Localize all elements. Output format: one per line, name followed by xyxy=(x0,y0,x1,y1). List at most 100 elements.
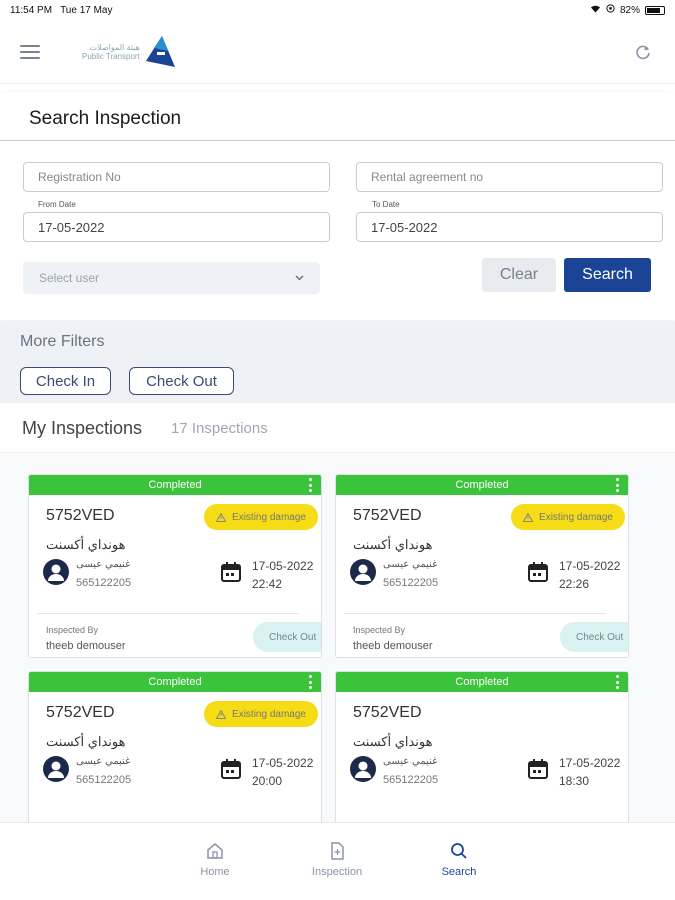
nav-home-label: Home xyxy=(200,866,230,878)
logo: هيئة المواصلات Public Transport xyxy=(82,35,176,69)
customer-phone: 565122205 xyxy=(76,774,132,786)
registration-input[interactable]: Registration No xyxy=(23,162,330,192)
customer-name: غنيمي عيسى xyxy=(76,559,131,570)
car-model: هونداي أكسنت xyxy=(46,537,126,552)
customer-name: غنيمي عيسى xyxy=(383,756,438,767)
nav-home[interactable]: Home xyxy=(175,841,255,878)
damage-badge: Existing damage xyxy=(204,701,318,727)
nav-search[interactable]: Search xyxy=(419,841,499,878)
app-bar: هيئة المواصلات Public Transport xyxy=(0,20,675,84)
rental-agreement-input[interactable]: Rental agreement no xyxy=(356,162,663,192)
inspections-title: My Inspections xyxy=(22,418,143,438)
status-banner: Completed xyxy=(336,672,628,692)
to-date-label: To Date xyxy=(372,200,400,209)
logo-text: هيئة المواصلات Public Transport xyxy=(82,42,140,61)
customer-avatar-icon xyxy=(43,559,69,585)
calendar-icon xyxy=(221,759,241,779)
inspection-card[interactable]: Completed 5752VED هونداي أكسنت غنيمي عيس… xyxy=(335,671,629,822)
check-out-button[interactable]: Check Out xyxy=(253,622,321,652)
status-banner: Completed xyxy=(29,672,321,692)
inspected-by-label: Inspected By xyxy=(46,625,99,635)
registration-number: 5752VED xyxy=(353,704,422,721)
more-options-icon[interactable] xyxy=(309,478,313,492)
to-date-field[interactable]: 17-05-2022 xyxy=(356,212,663,242)
search-panel: Search Inspection Registration No Rental… xyxy=(0,92,675,320)
car-model: هونداي أكسنت xyxy=(353,734,433,749)
customer-phone: 565122205 xyxy=(76,577,132,589)
from-date-label: From Date xyxy=(38,200,76,209)
logo-triangle-icon xyxy=(145,35,175,67)
calendar-icon xyxy=(528,562,548,582)
inspection-date: 17-05-2022 xyxy=(559,756,621,770)
nav-inspection-label: Inspection xyxy=(311,866,363,878)
calendar-icon xyxy=(221,562,241,582)
inspection-card[interactable]: Completed 5752VED Existing damage هونداي… xyxy=(335,474,629,658)
menu-icon[interactable] xyxy=(20,44,40,59)
from-date-field[interactable]: 17-05-2022 xyxy=(23,212,330,242)
clear-button[interactable]: Clear xyxy=(482,258,556,292)
damage-badge: Existing damage xyxy=(511,504,625,530)
select-user-dropdown[interactable]: Select user xyxy=(23,262,320,294)
customer-phone: 565122205 xyxy=(383,774,439,786)
customer-phone: 565122205 xyxy=(383,577,439,589)
nav-search-label: Search xyxy=(441,866,477,878)
status-banner: Completed xyxy=(29,475,321,495)
refresh-icon[interactable] xyxy=(631,40,655,64)
calendar-icon xyxy=(528,759,548,779)
more-options-icon[interactable] xyxy=(309,675,313,689)
more-filters-section: More Filters Check In Check Out xyxy=(0,321,675,403)
nav-inspection[interactable]: Inspection xyxy=(297,841,377,878)
inspection-time: 22:26 xyxy=(559,577,590,591)
inspection-list: Completed 5752VED Existing damage هونداي… xyxy=(0,454,675,822)
inspected-by-user: theeb demouser xyxy=(353,640,433,652)
home-icon xyxy=(207,843,223,859)
inspection-card[interactable]: Completed 5752VED Existing damage هونداي… xyxy=(28,474,322,658)
inspection-time: 18:30 xyxy=(559,774,590,788)
check-out-filter[interactable]: Check Out xyxy=(129,367,234,395)
search-icon xyxy=(451,843,467,859)
inspection-time: 20:00 xyxy=(252,774,283,788)
status-date: Tue 17 May xyxy=(60,4,113,16)
status-time: 11:54 PM xyxy=(10,4,53,16)
warning-icon xyxy=(216,512,227,522)
inspection-time: 22:42 xyxy=(252,577,283,591)
warning-icon xyxy=(523,512,534,522)
more-options-icon[interactable] xyxy=(616,675,620,689)
car-model: هونداي أكسنت xyxy=(353,537,433,552)
inspection-date: 17-05-2022 xyxy=(559,559,621,573)
more-filters-title: More Filters xyxy=(20,333,105,350)
divider xyxy=(0,140,675,141)
registration-number: 5752VED xyxy=(46,507,115,524)
search-button[interactable]: Search xyxy=(564,258,651,292)
car-model: هونداي أكسنت xyxy=(46,734,126,749)
inspected-by-label: Inspected By xyxy=(353,625,406,635)
inspections-header: My Inspections 17 Inspections xyxy=(0,403,675,453)
check-out-button[interactable]: Check Out xyxy=(560,622,628,652)
check-in-filter[interactable]: Check In xyxy=(20,367,111,395)
warning-icon xyxy=(216,709,227,719)
more-options-icon[interactable] xyxy=(616,478,620,492)
inspected-by-user: theeb demouser xyxy=(46,640,126,652)
chevron-down-icon xyxy=(295,273,304,284)
battery-icon xyxy=(645,5,665,15)
wifi-icon xyxy=(590,4,601,16)
customer-name: غنيمي عيسى xyxy=(76,756,131,767)
inspection-card[interactable]: Completed 5752VED Existing damage هونداي… xyxy=(28,671,322,822)
damage-badge: Existing damage xyxy=(204,504,318,530)
customer-avatar-icon xyxy=(350,756,376,782)
divider xyxy=(37,613,299,614)
registration-number: 5752VED xyxy=(46,704,115,721)
inspections-count: 17 Inspections xyxy=(171,420,268,437)
customer-avatar-icon xyxy=(350,559,376,585)
registration-number: 5752VED xyxy=(353,507,422,524)
document-icon xyxy=(331,842,344,860)
inspection-date: 17-05-2022 xyxy=(252,756,314,770)
search-title: Search Inspection xyxy=(29,108,182,129)
customer-name: غنيمي عيسى xyxy=(383,559,438,570)
customer-avatar-icon xyxy=(43,756,69,782)
battery-percent: 82% xyxy=(619,4,640,16)
app-screen: 11:54 PM Tue 17 May 82% هيئة المواصلات P… xyxy=(0,0,675,900)
bottom-navigation: Home Inspection Search xyxy=(0,822,675,900)
status-bar: 11:54 PM Tue 17 May 82% xyxy=(0,0,675,20)
status-banner: Completed xyxy=(336,475,628,495)
